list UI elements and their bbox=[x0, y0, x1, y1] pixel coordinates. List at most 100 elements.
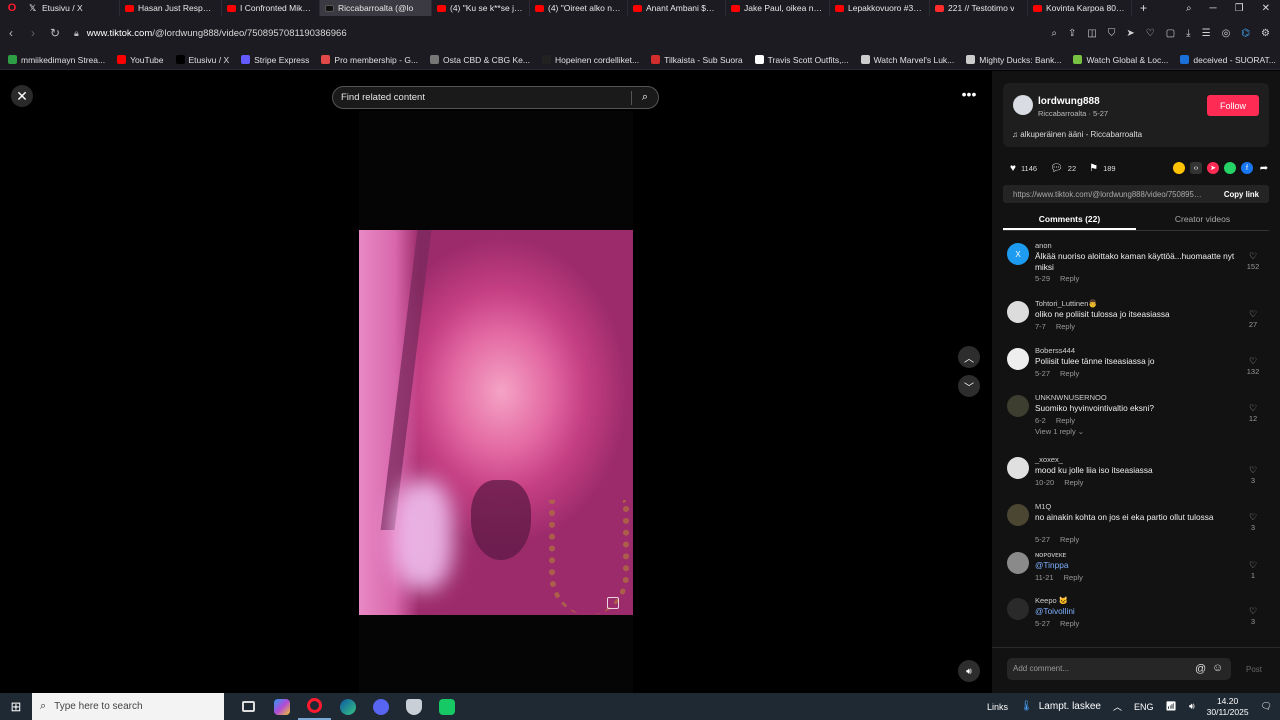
chevron-up-icon[interactable]: ︿ bbox=[1113, 700, 1122, 713]
lock-icon[interactable]: 🔒︎ bbox=[74, 28, 79, 39]
menu-icon[interactable]: ☰ bbox=[1202, 28, 1211, 39]
comment-username[interactable]: Tohtori_Luttinen👨 bbox=[1035, 299, 1098, 308]
embed-icon[interactable]: ‹› bbox=[1190, 162, 1202, 174]
close-video-button[interactable]: ✕ bbox=[11, 85, 33, 107]
follow-button[interactable]: Follow bbox=[1207, 95, 1259, 116]
comment-like-icon[interactable]: ♡ bbox=[1245, 251, 1261, 262]
minimize-icon[interactable]: ─ bbox=[1210, 3, 1217, 14]
bookmark-item[interactable]: deceived - SUORAT... bbox=[1180, 55, 1276, 65]
video-link-url[interactable]: https://www.tiktok.com/@lordwung888/vide… bbox=[1003, 190, 1203, 199]
comment-username[interactable]: M1Q bbox=[1035, 502, 1051, 511]
opera-logo-icon[interactable]: O bbox=[0, 0, 24, 16]
extension-icon[interactable]: ⌬ bbox=[1241, 28, 1250, 39]
windows-start-icon[interactable]: ⊞ bbox=[0, 693, 32, 720]
avatar[interactable] bbox=[1007, 301, 1029, 323]
save-button[interactable]: ⚑ 189 bbox=[1089, 163, 1115, 174]
comment-username[interactable]: _xoxex_ bbox=[1035, 455, 1063, 464]
bookmark-item[interactable]: Mighty Ducks: Bank... bbox=[966, 55, 1061, 65]
clock[interactable]: 14.20 30/11/2025 bbox=[1207, 696, 1249, 718]
taskbar-search-input[interactable]: Type here to search bbox=[54, 701, 142, 712]
shield-app-icon[interactable] bbox=[397, 693, 430, 720]
comment-like-icon[interactable]: ♡ bbox=[1245, 512, 1261, 523]
heart-icon[interactable]: ♡ bbox=[1146, 28, 1155, 39]
reply-button[interactable]: Reply bbox=[1064, 478, 1083, 487]
comment-like-icon[interactable]: ♡ bbox=[1245, 560, 1261, 571]
comment-username[interactable]: Boberss444 bbox=[1035, 346, 1075, 355]
reload-icon[interactable]: ↻ bbox=[44, 26, 66, 40]
back-icon[interactable]: ‹ bbox=[0, 26, 22, 40]
weather-widget[interactable]: 🌡︎ Lampt. laskee bbox=[1020, 701, 1101, 712]
bookmark-item[interactable]: Tilkaista - Sub Suora bbox=[651, 55, 743, 65]
search-input[interactable]: Find related content bbox=[341, 92, 425, 103]
avatar[interactable] bbox=[1007, 348, 1029, 370]
download-icon[interactable]: ⤓ bbox=[1186, 28, 1190, 39]
avatar[interactable] bbox=[1013, 95, 1033, 115]
notification-icon[interactable]: 🗨︎ bbox=[1261, 701, 1272, 712]
post-button[interactable]: Post bbox=[1246, 665, 1262, 674]
opera-icon[interactable] bbox=[298, 693, 331, 720]
browser-tab[interactable]: Kovinta Karpoa 80-lu bbox=[1028, 0, 1132, 16]
copy-link-button[interactable]: Copy link bbox=[1224, 190, 1269, 199]
comment-username[interactable]: Keepo 🐱 bbox=[1035, 596, 1068, 605]
bookmark-item[interactable]: YouTube bbox=[117, 55, 164, 65]
avatar[interactable] bbox=[1007, 598, 1029, 620]
volume-button[interactable]: 🔊︎ bbox=[958, 660, 980, 682]
url-field[interactable]: www.tiktok.com/@lordwung888/video/750895… bbox=[87, 28, 347, 39]
bookmark-item[interactable]: Etusivu / X bbox=[175, 55, 229, 65]
bookmark-item[interactable]: Pro membership - G... bbox=[321, 55, 418, 65]
comment-like-icon[interactable]: ♡ bbox=[1245, 606, 1261, 617]
share-icon[interactable]: ⇪ bbox=[1068, 28, 1076, 39]
browser-tab-active[interactable]: Riccabarroalta (@lo bbox=[320, 0, 432, 16]
comment-like-icon[interactable]: ♡ bbox=[1245, 465, 1261, 476]
send-share-icon[interactable]: ➤ bbox=[1207, 162, 1219, 174]
browser-tab[interactable]: I Confronted Mike M bbox=[222, 0, 320, 16]
reply-button[interactable]: Reply bbox=[1060, 619, 1079, 628]
forward-icon[interactable]: › bbox=[22, 26, 44, 40]
friends-share-icon[interactable] bbox=[1173, 162, 1185, 174]
sound-link[interactable]: ♫ alkuperäinen ääni - Riccabarroalta bbox=[1012, 130, 1142, 139]
browser-tab[interactable]: Anant Ambani $30 Mi bbox=[628, 0, 726, 16]
share-arrow-icon[interactable]: ➦ bbox=[1258, 162, 1270, 174]
edge-icon[interactable] bbox=[331, 693, 364, 720]
browser-tab[interactable]: 221 // Testotimo v bbox=[930, 0, 1028, 16]
reply-button[interactable]: Reply bbox=[1064, 573, 1083, 582]
taskbar-search[interactable]: ⌕ Type here to search bbox=[32, 693, 224, 720]
comment-like-icon[interactable]: ♡ bbox=[1245, 403, 1261, 414]
mention-icon[interactable]: @ bbox=[1195, 663, 1206, 675]
search-tabs-icon[interactable]: ⌕ bbox=[1186, 3, 1192, 14]
browser-tab[interactable]: 𝕏 Etusivu / X bbox=[24, 0, 120, 16]
box-icon[interactable]: ▢ bbox=[1166, 28, 1175, 39]
comment-username[interactable]: anon bbox=[1035, 241, 1052, 250]
reply-button[interactable]: Reply bbox=[1056, 322, 1075, 331]
links-toolbar[interactable]: Links bbox=[987, 702, 1008, 712]
browser-tab[interactable]: Lepakkovuoro #38 - bbox=[830, 0, 930, 16]
browser-tab[interactable]: Jake Paul, oikea nyrk bbox=[726, 0, 830, 16]
network-icon[interactable]: 📶︎ bbox=[1166, 701, 1177, 712]
comment-like-icon[interactable]: ♡ bbox=[1245, 356, 1261, 367]
fullscreen-icon[interactable] bbox=[607, 597, 619, 609]
bookmark-item[interactable]: Watch Marvel's Luk... bbox=[860, 55, 954, 65]
volume-icon[interactable]: 🔊︎ bbox=[1189, 701, 1195, 712]
avatar[interactable] bbox=[1007, 395, 1029, 417]
find-related-search[interactable]: Find related content ⌕ bbox=[332, 86, 659, 109]
send-icon[interactable]: ➤ bbox=[1126, 28, 1134, 39]
comment-username[interactable]: UNKNWNUSERNOO bbox=[1035, 393, 1107, 402]
view-replies-button[interactable]: View 1 reply ⌄ bbox=[1035, 427, 1084, 436]
green-app-icon[interactable] bbox=[430, 693, 463, 720]
avatar[interactable] bbox=[1007, 552, 1029, 574]
author-username[interactable]: lordwung888 bbox=[1038, 96, 1100, 107]
comment-button[interactable]: 💬︎ 22 bbox=[1050, 163, 1076, 174]
like-button[interactable]: ♥ 1146 bbox=[1010, 163, 1037, 174]
avatar[interactable]: X bbox=[1007, 243, 1029, 265]
shield-icon[interactable]: ⛉ bbox=[1108, 28, 1116, 39]
bookmark-item[interactable]: Travis Scott Outfits,... bbox=[754, 55, 849, 65]
whatsapp-icon[interactable] bbox=[1224, 162, 1236, 174]
reply-button[interactable]: Reply bbox=[1056, 416, 1075, 425]
new-tab-button[interactable]: + bbox=[1132, 1, 1155, 15]
browser-tab[interactable]: (4) "Oireet alko n. puo bbox=[530, 0, 628, 16]
bookmark-item[interactable]: Osta CBD & CBG Ke... bbox=[430, 55, 530, 65]
facebook-icon[interactable]: f bbox=[1241, 162, 1253, 174]
browser-tab[interactable]: Hasan Just Responde bbox=[120, 0, 222, 16]
copilot-icon[interactable] bbox=[265, 693, 298, 720]
tab-comments[interactable]: Comments (22) bbox=[1003, 209, 1136, 230]
